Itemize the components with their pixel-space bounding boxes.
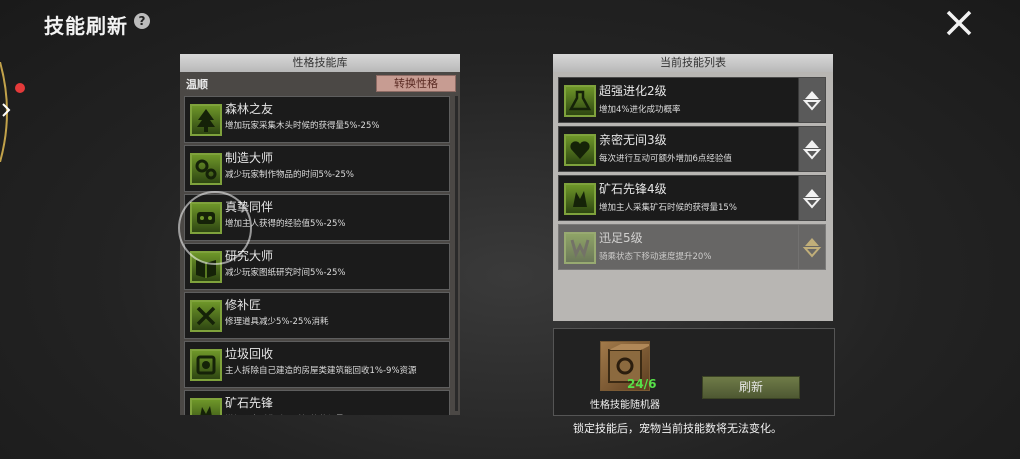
randomizer-item-name: 性格技能随机器 [590,400,660,411]
skill-library-list: 森林之友 增加玩家采集木头时候的获得量5%-25% 制造大师 减少玩家制作物品的时间5… [184,96,450,415]
skill-library-item[interactable]: 制造大师减少玩家制作物品的时间5%-25% [184,145,450,192]
speed-icon [564,232,596,264]
ore-icon [564,183,596,215]
gears-icon [190,153,222,185]
skill-library-panel: 性格技能库 温顺 转换性格 森林之友 增加玩家采集木头时候的获得量5%-25% 制造… [180,54,460,415]
close-icon[interactable] [944,8,974,38]
skill-name: 修补匠 [225,298,262,312]
ore-icon [190,398,222,415]
lock-toggle-button[interactable] [798,78,825,122]
skill-name: 研究大师 [225,249,274,263]
randomizer-count: 24/6 [627,377,657,391]
skill-desc: 主人拆除自己建造的房屋类建筑能回收1%-9%资源 [225,366,417,376]
current-skill-name: 亲密无间3级 [599,133,667,147]
skill-desc: 增加玩家采集木头时候的获得量5%-25% [225,121,380,131]
skill-library-item[interactable]: 真挚同伴增加主人获得的经验值5%-25% [184,194,450,241]
recycle-icon [190,349,222,381]
temperament-label: 温顺 [186,78,208,91]
skill-library-title: 性格技能库 [180,54,460,72]
lock-arrow-icon [802,140,822,160]
current-skill-name: 超强进化2级 [599,84,667,98]
skill-name: 垃圾回收 [225,347,274,361]
current-skill-desc: 每次进行互动可额外增加6点经验值 [599,154,732,164]
skill-library-item[interactable]: 修补匠修理道具减少5%-25%消耗 [184,292,450,339]
lock-toggle-button[interactable] [798,176,825,220]
skill-library-item[interactable]: 森林之友增加玩家采集木头时候的获得量5%-25% [184,96,450,143]
skill-library-item[interactable]: 矿石先锋增加玩家采集矿石时候的获得量5%-25% [184,390,450,415]
skill-name: 真挚同伴 [225,200,274,214]
skill-library-item[interactable]: 研究大师减少玩家图纸研究时间5%-25% [184,243,450,290]
side-drawer-handle[interactable] [0,62,14,162]
skill-desc: 减少玩家图纸研究时间5%-25% [225,268,346,278]
skill-library-scrollbar[interactable] [455,96,458,411]
lock-arrow-icon [802,91,822,111]
heart-icon [564,134,596,166]
flask-icon [564,85,596,117]
current-skill-item[interactable]: 迅足5级骑乘状态下移动速度提升20% [558,224,826,270]
current-skills-list: 超强进化2级增加4%进化成功概率亲密无间3级每次进行互动可额外增加6点经验值矿石… [558,77,826,273]
skill-name: 森林之友 [225,102,274,116]
current-skill-desc: 增加主人采集矿石时候的获得量15% [599,203,737,213]
skill-name: 矿石先锋 [225,396,274,410]
page-title: 技能刷新 [44,14,128,38]
lock-arrow-icon [802,238,822,258]
help-icon[interactable]: ? [134,13,150,29]
current-skill-name: 矿石先锋4级 [599,182,667,196]
switch-temperament-button[interactable]: 转换性格 [376,75,456,92]
lock-hint-text: 锁定技能后，宠物当前技能数将无法变化。 [573,422,782,435]
skill-name: 制造大师 [225,151,274,165]
current-skill-item[interactable]: 矿石先锋4级增加主人采集矿石时候的获得量15% [558,175,826,221]
randomizer-panel: 24/6 性格技能随机器 刷新 [553,328,835,416]
book-icon [190,251,222,283]
current-skills-title: 当前技能列表 [553,54,833,72]
current-skill-item[interactable]: 超强进化2级增加4%进化成功概率 [558,77,826,123]
current-skill-desc: 增加4%进化成功概率 [599,105,681,115]
skill-desc: 修理道具减少5%-25%消耗 [225,317,329,327]
skill-desc: 减少玩家制作物品的时间5%-25% [225,170,354,180]
current-skill-desc: 骑乘状态下移动速度提升20% [599,252,712,262]
current-skill-name: 迅足5级 [599,231,643,245]
tools-icon [190,300,222,332]
refresh-button[interactable]: 刷新 [702,376,800,399]
skill-desc: 增加主人获得的经验值5%-25% [225,219,346,229]
lock-toggle-button[interactable] [798,225,825,269]
notification-dot [15,83,25,93]
skill-library-item[interactable]: 垃圾回收主人拆除自己建造的房屋类建筑能回收1%-9%资源 [184,341,450,388]
tree-icon [190,104,222,136]
current-skills-panel: 当前技能列表 超强进化2级增加4%进化成功概率亲密无间3级每次进行互动可额外增加… [553,54,833,321]
current-skill-item[interactable]: 亲密无间3级每次进行互动可额外增加6点经验值 [558,126,826,172]
lock-toggle-button[interactable] [798,127,825,171]
companion-icon [190,202,222,234]
lock-arrow-icon [802,189,822,209]
